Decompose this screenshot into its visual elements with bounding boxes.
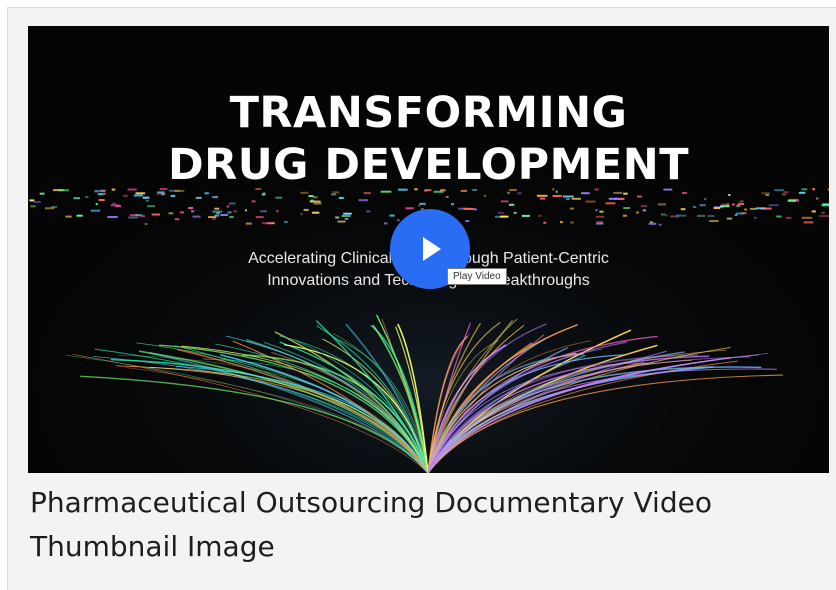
image-caption: Pharmaceutical Outsourcing Documentary V…: [30, 486, 712, 563]
video-thumbnail[interactable]: TRANSFORMING DRUG DEVELOPMENT Accelerati…: [28, 26, 829, 473]
play-icon: [423, 237, 441, 261]
video-title-line-1: TRANSFORMING: [229, 88, 628, 138]
image-frame: TRANSFORMING DRUG DEVELOPMENT Accelerati…: [7, 7, 836, 590]
play-video-tooltip: Play Video: [447, 268, 507, 285]
video-title-line-2: DRUG DEVELOPMENT: [167, 140, 690, 190]
